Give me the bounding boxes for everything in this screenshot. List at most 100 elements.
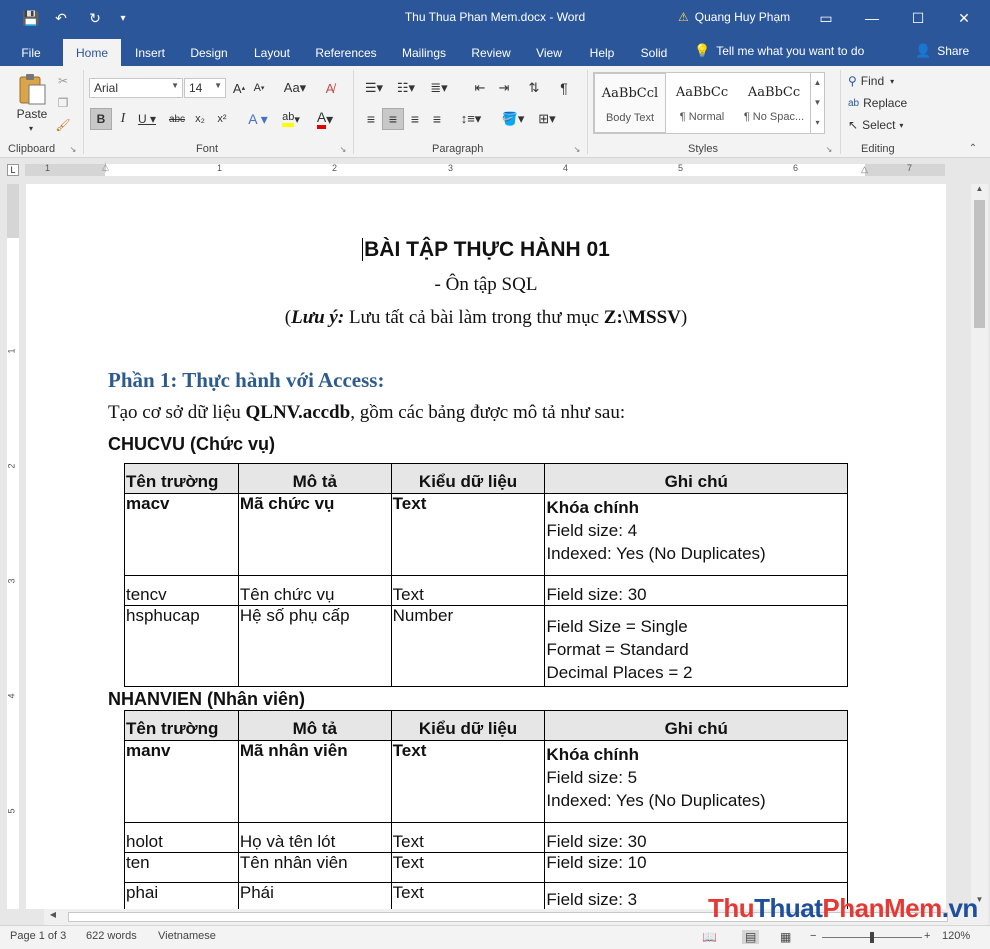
subscript-button[interactable]: x₂ xyxy=(190,108,210,130)
numbering-icon[interactable]: ☷▾ xyxy=(392,78,420,98)
borders-icon[interactable]: ⊞▾ xyxy=(532,108,562,130)
copy-icon[interactable]: ❐ xyxy=(54,94,72,112)
field-cell: hsphucap xyxy=(124,605,239,687)
field-cell: tencv xyxy=(124,575,239,606)
align-left-icon[interactable]: ≡ xyxy=(360,108,382,130)
justify-icon[interactable]: ≡ xyxy=(426,108,448,130)
right-indent-marker-icon[interactable]: △ xyxy=(861,164,868,175)
font-size-combo[interactable]: 14 ▼ xyxy=(184,78,226,98)
document-subtitle: - Ôn tập SQL xyxy=(434,274,538,295)
ribbon-display-options-icon[interactable]: ▭ xyxy=(804,0,848,36)
chucvu-table: Tên trường Mô tả Kiểu dữ liệu Ghi chú ma… xyxy=(124,463,848,687)
grow-font-icon[interactable]: A ▴ xyxy=(230,78,248,98)
read-mode-icon[interactable]: 📖 xyxy=(702,930,717,944)
tell-me-box[interactable]: 💡 Tell me what you want to do xyxy=(694,43,864,59)
user-account[interactable]: ⚠ Quang Huy Phạm xyxy=(678,10,790,24)
close-button[interactable]: ✕ xyxy=(942,0,986,36)
paste-dropdown-icon[interactable]: ▾ xyxy=(24,122,38,134)
find-button[interactable]: ⚲ Find ▾ xyxy=(848,72,908,90)
document-page[interactable]: BÀI TẬP THỰC HÀNH 01 - Ôn tập SQL (Lưu ý… xyxy=(26,184,946,909)
tab-selector-icon[interactable]: L xyxy=(7,164,19,176)
scroll-up-icon[interactable]: ▲ xyxy=(971,184,988,198)
tab-home[interactable]: Home xyxy=(63,39,121,66)
align-right-icon[interactable]: ≡ xyxy=(404,108,426,130)
editing-group-label: Editing xyxy=(861,143,895,155)
decrease-indent-icon[interactable]: ⇤ xyxy=(470,78,490,98)
horizontal-ruler[interactable]: 1 1 2 3 4 5 6 7 ⏃ △ xyxy=(25,161,945,176)
ruler-number: 1 xyxy=(45,163,51,173)
change-case-icon[interactable]: Aa▾ xyxy=(280,78,310,98)
format-painter-icon[interactable]: 🖌 xyxy=(54,116,72,134)
web-layout-icon[interactable]: ▦ xyxy=(780,930,791,944)
tab-mailings[interactable]: Mailings xyxy=(395,42,453,66)
bullets-icon[interactable]: ☰▾ xyxy=(360,78,388,98)
font-name-combo[interactable]: Arial ▼ xyxy=(89,78,183,98)
multilevel-list-icon[interactable]: ≣▾ xyxy=(424,78,454,98)
collapse-ribbon-icon[interactable]: ⌃ xyxy=(966,142,980,154)
line-spacing-icon[interactable]: ↕≡▾ xyxy=(456,108,486,130)
maximize-button[interactable]: ☐ xyxy=(896,0,940,36)
styles-scroll[interactable]: ▲ ▼ ▾ xyxy=(810,73,824,133)
style-name: ¶ Normal xyxy=(679,111,725,123)
tab-references[interactable]: References xyxy=(310,42,382,66)
shrink-font-icon[interactable]: A ▾ xyxy=(250,78,268,98)
text-effects-icon[interactable]: A ▾ xyxy=(244,108,272,130)
style-body-text[interactable]: AaBbCcl Body Text xyxy=(594,73,666,133)
tab-solid[interactable]: Solid xyxy=(634,42,674,66)
style-no-spacing[interactable]: AaBbCc ¶ No Spac... xyxy=(738,73,810,133)
paste-button[interactable] xyxy=(14,72,50,106)
increase-indent-icon[interactable]: ⇥ xyxy=(494,78,514,98)
table-row: tencv Tên chức vụ Text Field size: 30 xyxy=(124,575,848,606)
superscript-button[interactable]: x² xyxy=(212,108,232,130)
ruler-margin xyxy=(865,164,945,176)
tab-file[interactable]: File xyxy=(12,42,50,66)
scroll-thumb[interactable] xyxy=(974,200,985,328)
zoom-out-icon[interactable]: − xyxy=(810,930,816,942)
italic-button[interactable]: I xyxy=(114,108,132,130)
cut-icon[interactable]: ✂ xyxy=(54,72,72,90)
print-layout-icon[interactable]: ▤ xyxy=(742,930,760,944)
indent-marker-icon[interactable]: ⏃ xyxy=(101,161,110,174)
paragraph-launcher-icon[interactable]: ↘ xyxy=(572,144,582,154)
shading-icon[interactable]: 🪣▾ xyxy=(498,108,528,130)
select-button[interactable]: ↖ Select ▾ xyxy=(848,116,912,134)
clipboard-launcher-icon[interactable]: ↘ xyxy=(68,144,78,154)
show-hide-icon[interactable]: ¶ xyxy=(554,78,574,98)
zoom-in-icon[interactable]: + xyxy=(924,930,930,942)
warning-icon: ⚠ xyxy=(678,10,689,24)
sort-icon[interactable]: ⇅ xyxy=(524,78,544,98)
highlight-color-icon[interactable]: ab ▾ xyxy=(276,108,306,130)
vertical-scrollbar[interactable]: ▲ ▼ xyxy=(971,184,988,909)
share-button[interactable]: 👤 Share xyxy=(915,43,969,59)
notes-cell: Khóa chính Field size: 5 Indexed: Yes (N… xyxy=(544,740,848,823)
styles-launcher-icon[interactable]: ↘ xyxy=(824,144,834,154)
language[interactable]: Vietnamese xyxy=(158,930,216,942)
tab-insert[interactable]: Insert xyxy=(128,42,172,66)
strikethrough-button[interactable]: abc xyxy=(166,108,188,130)
notes-cell: Field size: 10 xyxy=(544,852,848,883)
table-row: manv Mã nhân viên Text Khóa chính Field … xyxy=(124,740,848,823)
tab-design[interactable]: Design xyxy=(184,42,234,66)
font-color-icon[interactable]: A ▾ xyxy=(310,108,340,130)
tab-help[interactable]: Help xyxy=(582,42,622,66)
underline-button[interactable]: U ▾ xyxy=(134,108,160,130)
bold-button[interactable]: B xyxy=(90,108,112,130)
tab-layout[interactable]: Layout xyxy=(247,42,297,66)
scroll-left-icon[interactable]: ◀ xyxy=(46,910,60,924)
clear-formatting-icon[interactable]: A̸ xyxy=(320,78,340,98)
word-count[interactable]: 622 words xyxy=(86,930,137,942)
zoom-level[interactable]: 120% xyxy=(942,930,970,942)
page-count[interactable]: Page 1 of 3 xyxy=(10,930,66,942)
zoom-slider-thumb[interactable] xyxy=(870,932,874,943)
vertical-ruler[interactable]: 1 2 3 4 5 xyxy=(7,184,19,909)
replace-button[interactable]: ab Replace xyxy=(848,94,912,112)
minimize-button[interactable]: — xyxy=(850,0,894,36)
tab-view[interactable]: View xyxy=(529,42,569,66)
note-line: Field Size = Single xyxy=(546,617,688,636)
align-center-icon[interactable]: ≡ xyxy=(382,108,404,130)
tab-review[interactable]: Review xyxy=(466,42,516,66)
ruler-number: 7 xyxy=(907,163,913,173)
style-normal[interactable]: AaBbCc ¶ Normal xyxy=(666,73,738,133)
type-cell: Text xyxy=(390,882,546,909)
font-launcher-icon[interactable]: ↘ xyxy=(338,144,348,154)
